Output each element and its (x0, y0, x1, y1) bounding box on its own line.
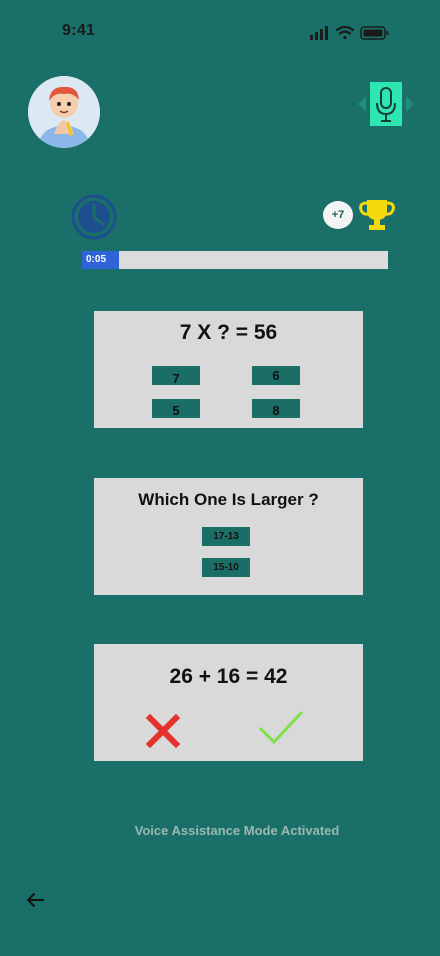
answer-option[interactable]: 15-10 (202, 558, 250, 577)
answer-option-label: 6 (272, 368, 280, 383)
back-arrow-icon (27, 893, 44, 907)
signal-icon (310, 26, 328, 40)
timer-label: 0:05 (86, 254, 107, 265)
status-icons (310, 25, 390, 41)
answer-option[interactable]: 5 (152, 399, 200, 418)
microphone-button[interactable] (356, 82, 416, 126)
status-time: 9:41 (62, 22, 96, 39)
clock-icon (70, 194, 118, 240)
cross-icon (145, 713, 181, 749)
answer-option-label: 5 (172, 402, 180, 418)
trophy-icon (359, 198, 395, 232)
answer-option-label: 8 (272, 402, 280, 418)
back-button[interactable] (24, 888, 50, 912)
wifi-icon (335, 25, 355, 40)
microphone-icon (358, 82, 414, 126)
answer-option[interactable]: 17-13 (202, 527, 250, 546)
answer-option-label: 15-10 (213, 562, 239, 573)
question-prompt: Which One Is Larger ? (138, 490, 319, 509)
answer-option[interactable]: 7 (152, 366, 200, 386)
question-card-2: Which One Is Larger ? 17-13 15-10 (94, 478, 363, 595)
question-prompt: 7 X ? = 56 (179, 321, 278, 344)
answer-option[interactable]: 8 (252, 399, 300, 418)
avatar[interactable] (28, 76, 100, 148)
battery-icon (360, 26, 389, 40)
avatar-icon (28, 76, 100, 148)
checkmark-icon (258, 710, 304, 745)
answer-option-label: 17-13 (213, 531, 239, 542)
answer-option[interactable]: 6 (252, 366, 300, 385)
answer-option-label: 7 (172, 371, 180, 386)
voice-assistance-status: Voice Assistance Mode Activated (134, 823, 340, 838)
question-prompt: 26 + 16 = 42 (169, 665, 288, 688)
points-badge: +7 (323, 201, 353, 229)
question-card-1: 7 X ? = 56 7 6 5 8 (94, 311, 363, 428)
question-card-3: 26 + 16 = 42 (94, 644, 363, 761)
timer-progress-bar: 0:05 (82, 251, 388, 269)
false-button[interactable] (145, 713, 181, 749)
true-button[interactable] (258, 710, 304, 746)
